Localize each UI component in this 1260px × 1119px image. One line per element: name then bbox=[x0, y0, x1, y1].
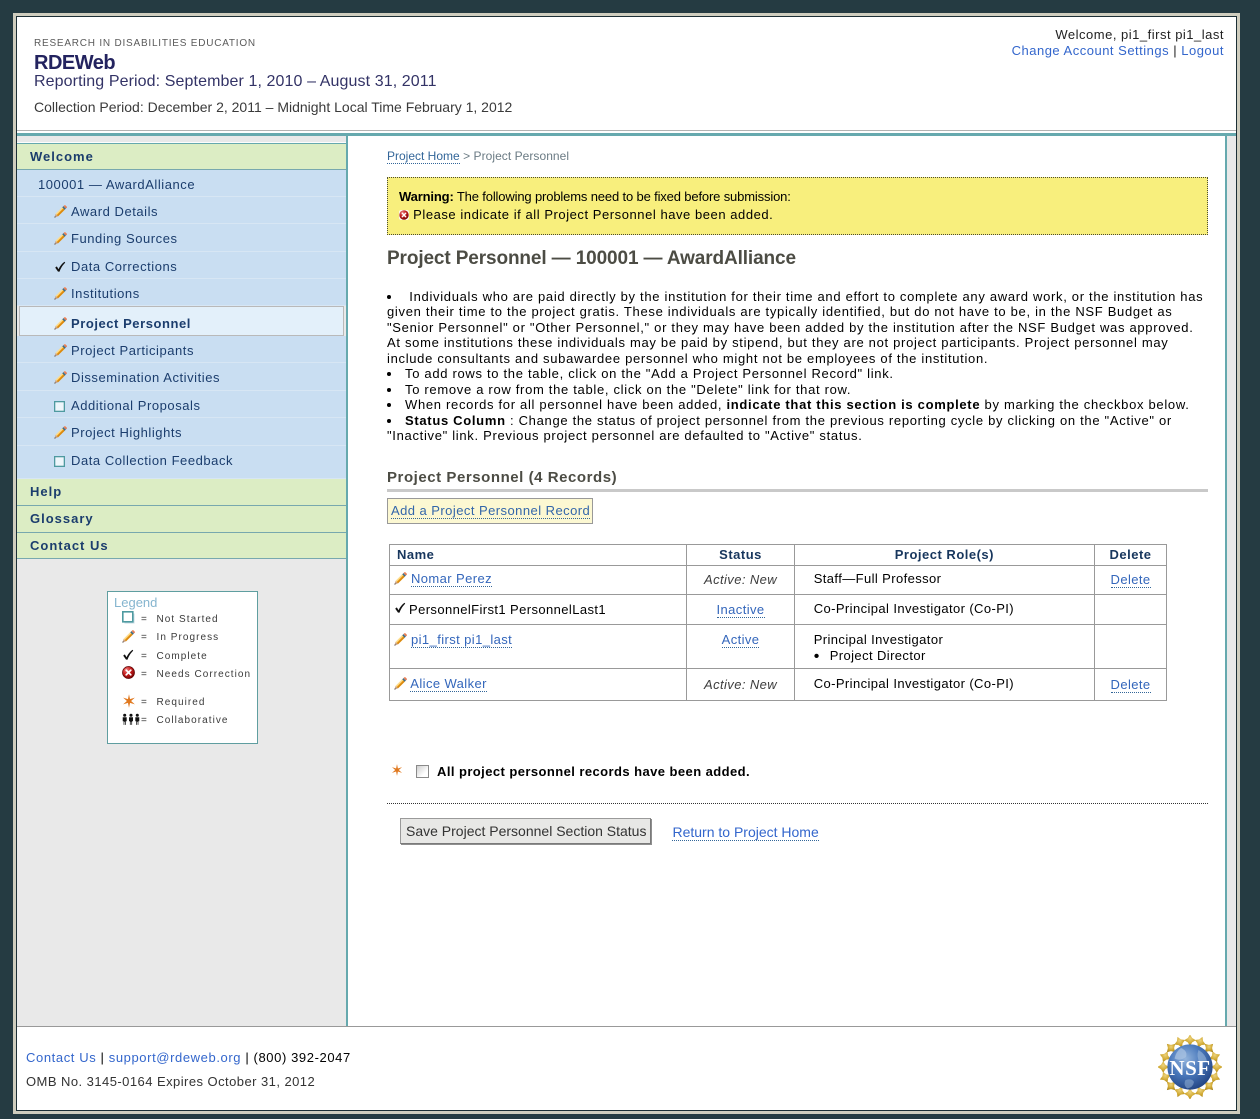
svg-text:NSF: NSF bbox=[1169, 1056, 1210, 1080]
